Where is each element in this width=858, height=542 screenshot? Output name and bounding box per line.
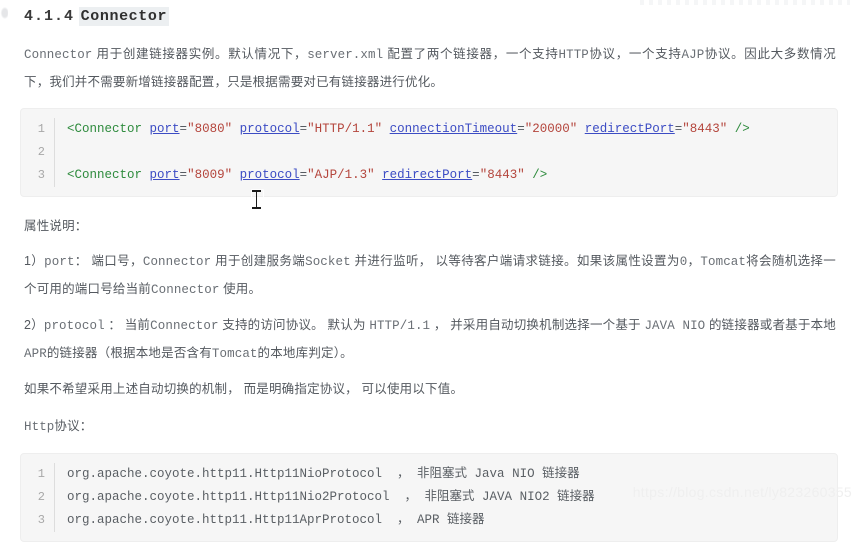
code-line-content: <Connector port="8080" protocol="HTTP/1.… bbox=[67, 122, 750, 136]
intro-seg-http: HTTP bbox=[558, 48, 589, 62]
http-label-seg-cn: 协议： bbox=[54, 419, 93, 433]
intro-seg-connector: Connector bbox=[24, 48, 93, 62]
item1-seg-3: ： 端口号， bbox=[74, 254, 143, 268]
left-edge-artifact bbox=[0, 6, 8, 20]
line-number: 3 bbox=[21, 164, 55, 187]
item2-seg-connector: Connector bbox=[150, 319, 219, 333]
code-line: 2 bbox=[21, 141, 837, 164]
item1-seg-13: 使用。 bbox=[219, 282, 262, 296]
item2-seg-1: 2） bbox=[24, 318, 44, 332]
intro-seg-serverxml: server.xml bbox=[307, 48, 384, 62]
item1-seg-5: 用于创建服务端 bbox=[211, 254, 306, 268]
item1-seg-tomcat: Tomcat bbox=[700, 255, 746, 269]
heading-title: Connector bbox=[78, 7, 170, 26]
paragraph-intro: Connector 用于创建链接器实例。默认情况下，server.xml 配置了… bbox=[10, 27, 848, 96]
item1-seg-1: 1） bbox=[24, 254, 45, 268]
item2-seg-http11: HTTP/1.1 bbox=[369, 319, 431, 333]
code-line-content: <Connector port="8009" protocol="AJP/1.3… bbox=[67, 168, 548, 182]
item2-seg-11: 的链接器（根据本地是否含有 bbox=[46, 346, 212, 360]
code-line: 3 <Connector port="8009" protocol="AJP/1… bbox=[21, 164, 837, 187]
line-number: 2 bbox=[21, 486, 55, 509]
item2-seg-3: ： 当前 bbox=[104, 318, 151, 332]
item1-seg-7: 并进行监听， 以等待客户端请求链接。如果该属性设置为 bbox=[350, 254, 680, 268]
line-number: 1 bbox=[21, 118, 55, 141]
item2-seg-13: 的本地库判定）。 bbox=[257, 346, 353, 360]
intro-seg-ajp: AJP bbox=[681, 48, 705, 62]
paragraph-note: 如果不希望采用上述自动切换的机制， 而是明确指定协议， 可以使用以下值。 bbox=[24, 382, 464, 396]
item1-seg-connector: Connector bbox=[142, 255, 212, 269]
intro-seg-2: 用于创建链接器实例。默认情况下， bbox=[92, 47, 308, 61]
item1-seg-socket: Socket bbox=[305, 255, 351, 269]
code-block-protocols[interactable]: 1 org.apache.coyote.http11.Http11NioProt… bbox=[20, 453, 838, 542]
item2-seg-9: 的链接器或者基于本地 bbox=[705, 318, 836, 332]
page-heading: 4.1.4 Connector bbox=[10, 0, 848, 27]
paragraph-http-label: Http协议： bbox=[10, 403, 848, 441]
line-number: 2 bbox=[21, 141, 55, 164]
item1-seg-port: port bbox=[44, 255, 75, 269]
http-label-seg-http: Http bbox=[24, 420, 55, 434]
line-number: 3 bbox=[21, 509, 55, 532]
paragraph-item-port: 1）port： 端口号，Connector 用于创建服务端Socket 并进行监… bbox=[10, 240, 848, 304]
code-line: 1 org.apache.coyote.http11.Http11NioProt… bbox=[21, 463, 837, 486]
code-line-content: org.apache.coyote.http11.Http11AprProtoc… bbox=[67, 513, 485, 527]
code-block-connector-xml[interactable]: 1 <Connector port="8080" protocol="HTTP/… bbox=[20, 108, 838, 197]
code-line-content: org.apache.coyote.http11.Http11NioProtoc… bbox=[67, 467, 580, 481]
item1-seg-9: ， bbox=[687, 254, 701, 268]
intro-seg-6: 协议，一个支持 bbox=[588, 47, 682, 61]
item2-seg-7: ， 并采用自动切换机制选择一个基于 bbox=[430, 318, 645, 332]
item2-seg-5: 支持的访问协议。 默认为 bbox=[218, 318, 370, 332]
code-line: 3 org.apache.coyote.http11.Http11AprProt… bbox=[21, 509, 837, 532]
item2-seg-protocol: protocol bbox=[43, 319, 105, 333]
paragraph-item-protocol: 2）protocol ： 当前Connector 支持的访问协议。 默认为 HT… bbox=[10, 304, 848, 368]
code-line: 1 <Connector port="8080" protocol="HTTP/… bbox=[21, 118, 837, 141]
code-line: 2 org.apache.coyote.http11.Http11Nio2Pro… bbox=[21, 486, 837, 509]
heading-number: 4.1.4 bbox=[24, 8, 75, 25]
paragraph-attrs-label: 属性说明： bbox=[24, 219, 88, 233]
item2-seg-javanio: JAVA NIO bbox=[644, 319, 706, 333]
item2-seg-tomcat: Tomcat bbox=[211, 347, 258, 361]
intro-seg-4: 配置了两个链接器，一个支持 bbox=[383, 47, 559, 61]
line-number: 1 bbox=[21, 463, 55, 486]
code-line-content: org.apache.coyote.http11.Http11Nio2Proto… bbox=[67, 490, 595, 504]
code-line-content bbox=[55, 141, 67, 164]
item1-seg-connector2: Connector bbox=[151, 283, 220, 297]
item2-seg-apr: APR bbox=[24, 347, 47, 361]
document-page: 4.1.4 Connector Connector 用于创建链接器实例。默认情况… bbox=[0, 0, 858, 542]
